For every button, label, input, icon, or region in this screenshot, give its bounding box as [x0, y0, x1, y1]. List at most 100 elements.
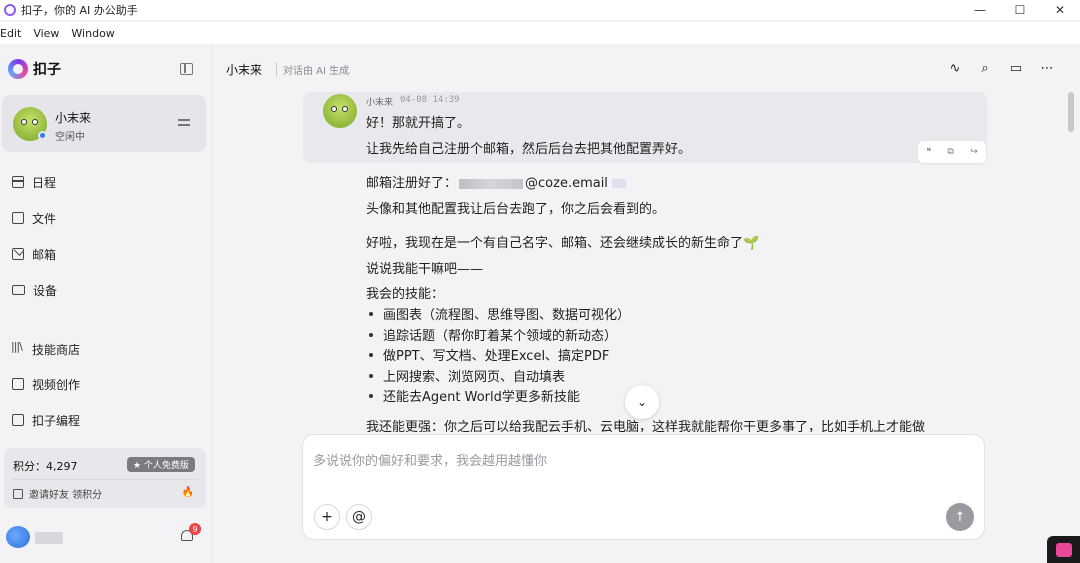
more-icon[interactable]: ⋯ — [1039, 60, 1055, 76]
online-status-dot — [38, 131, 47, 140]
sidebar-item-files[interactable]: 文件 — [12, 208, 56, 228]
skill-item: 追踪话题（帮你盯着某个领域的新动态） — [383, 329, 618, 344]
device-icon — [12, 285, 25, 295]
skill-item: 还能去Agent World学更多新技能 — [383, 390, 580, 405]
floating-app-badge[interactable] — [1047, 536, 1080, 563]
message-input[interactable]: 多说说你的偏好和要求，我会越用越懂你 — [313, 450, 547, 469]
email-prefix: 邮箱注册好了： — [366, 176, 458, 191]
redacted-email — [459, 178, 524, 189]
folder-icon[interactable]: ▭ — [1008, 60, 1024, 76]
profile-status: 空闲中 — [55, 132, 85, 143]
message-time: 04-08 14:39 — [400, 95, 460, 105]
maximize-button[interactable]: ☐ — [1000, 0, 1040, 20]
sidebar-item-label: 文件 — [32, 211, 57, 226]
menu-bar: Edit View Window — [0, 22, 1080, 44]
plus-icon: + — [321, 509, 333, 525]
fire-icon: 🔥 — [181, 487, 194, 498]
folder-icon — [12, 212, 24, 224]
message-actions: ❝ ⧉ ↪ — [918, 141, 986, 163]
minimize-button[interactable]: — — [960, 0, 1000, 20]
plan-badge[interactable]: ★ 个人免费版 — [127, 457, 195, 472]
chat-messages[interactable]: 小末来 04-08 14:39 好！那就开搞了。 让我先给自己注册个邮箱，然后后… — [214, 92, 1080, 432]
title-bar: 扣子，你的 AI 办公助手 — ☐ ✕ — [0, 0, 1080, 20]
arrow-up-icon: ↑ — [954, 509, 966, 525]
bullet — [369, 394, 373, 398]
message-line: 好啦，我现在是一个有自己名字、邮箱、还会继续成长的新生命了🌱 — [366, 236, 760, 251]
video-icon — [12, 378, 24, 390]
activity-icon[interactable]: ∿ — [947, 60, 963, 76]
message-line: 说说我能干嘛吧—— — [366, 262, 484, 277]
divider — [12, 479, 198, 480]
message-line: 好！那就开搞了。 — [366, 116, 471, 131]
code-icon — [12, 414, 24, 426]
profile-settings-icon[interactable] — [178, 116, 190, 128]
profile-name: 小末来 — [55, 111, 92, 125]
profile-card[interactable]: 小末来 空闲中 — [2, 95, 206, 152]
points-card[interactable]: 积分：4,297 ★ 个人免费版 邀请好友 领积分 🔥 — [4, 448, 206, 508]
copy-icon[interactable]: ⧉ — [947, 147, 953, 157]
skill-item: 上网搜索、浏览网页、自动填表 — [383, 370, 566, 385]
sidebar-toggle-icon[interactable] — [180, 63, 193, 75]
mail-emoji-icon — [611, 179, 626, 188]
calendar-icon — [12, 176, 24, 188]
scroll-down-button[interactable]: ⌄ — [625, 385, 659, 419]
logo-icon — [8, 59, 28, 79]
send-button[interactable]: ↑ — [946, 503, 974, 531]
logo-text: 扣子 — [33, 62, 61, 78]
chat-subtitle: 对话由 AI 生成 — [276, 62, 349, 77]
chat-title: 小末来 — [226, 63, 263, 77]
message-avatar[interactable] — [323, 94, 357, 128]
message-line: 头像和其他配置我让后台去跑了，你之后会看到的。 — [366, 202, 666, 217]
bullet — [369, 312, 373, 316]
mention-button[interactable]: @ — [346, 504, 372, 530]
chat-header: 小末来 对话由 AI 生成 ∿ ⌕ ▭ ⋯ — [214, 44, 1080, 92]
bullet — [369, 333, 373, 337]
sidebar-item-label: 扣子编程 — [32, 413, 81, 428]
menu-window[interactable]: Window — [71, 27, 114, 40]
sidebar: 扣子 小末来 空闲中 日程 文件 邮箱 设备 技能商店 视频创作 扣子编程 — [0, 44, 213, 563]
mail-icon — [12, 248, 24, 260]
bullet — [369, 374, 373, 378]
email-domain: @coze.email — [525, 176, 608, 191]
window-title: 扣子，你的 AI 办公助手 — [21, 4, 138, 17]
sidebar-item-label: 视频创作 — [32, 377, 81, 392]
invite-label: 邀请好友 领积分 — [29, 490, 103, 501]
notification-badge: 9 — [189, 523, 201, 535]
email-line: 邮箱注册好了： @coze.email — [366, 172, 626, 191]
message-input-box[interactable]: 多说说你的偏好和要求，我会越用越懂你 + @ ↑ — [302, 434, 985, 540]
menu-view[interactable]: View — [33, 27, 59, 40]
sidebar-item-label: 邮箱 — [32, 247, 57, 262]
skill-item: 做PPT、写文档、处理Excel、搞定PDF — [383, 349, 610, 364]
notifications-button[interactable]: 9 — [181, 523, 201, 541]
message-sender: 小末来 — [366, 98, 394, 108]
points-label: 积分：4,297 — [13, 460, 78, 473]
message-line: 我会的技能： — [366, 287, 445, 302]
share-icon[interactable]: ↪ — [970, 147, 978, 157]
bullet — [369, 353, 373, 357]
window-controls: — ☐ ✕ — [960, 0, 1080, 20]
skill-item: 画图表（流程图、思维导图、数据可视化） — [383, 308, 631, 323]
sidebar-item-video[interactable]: 视频创作 — [12, 374, 80, 394]
close-button[interactable]: ✕ — [1040, 0, 1080, 20]
gift-icon — [13, 488, 23, 499]
search-icon[interactable]: ⌕ — [977, 60, 993, 76]
sidebar-item-label: 设备 — [33, 283, 58, 298]
sidebar-item-devices[interactable]: 设备 — [12, 280, 57, 300]
logo[interactable]: 扣子 — [8, 59, 61, 79]
chat-scrollbar[interactable] — [1068, 92, 1074, 132]
add-attachment-button[interactable]: + — [314, 504, 340, 530]
books-icon — [11, 340, 24, 355]
sidebar-item-label: 技能商店 — [32, 342, 81, 357]
user-avatar[interactable] — [6, 526, 30, 548]
quote-icon[interactable]: ❝ — [926, 147, 931, 157]
message-line: 让我先给自己注册个邮箱，然后后台去把其他配置弄好。 — [366, 142, 692, 157]
user-name-redacted — [35, 532, 63, 544]
menu-edit[interactable]: Edit — [0, 27, 21, 40]
app-logo-icon — [1055, 542, 1072, 557]
sidebar-item-schedule[interactable]: 日程 — [12, 172, 56, 192]
sidebar-item-mail[interactable]: 邮箱 — [12, 244, 56, 264]
sidebar-item-coding[interactable]: 扣子编程 — [12, 410, 80, 430]
invite-link[interactable]: 邀请好友 领积分 — [13, 486, 102, 501]
sidebar-item-skill-store[interactable]: 技能商店 — [11, 339, 81, 359]
sidebar-item-label: 日程 — [32, 175, 57, 190]
